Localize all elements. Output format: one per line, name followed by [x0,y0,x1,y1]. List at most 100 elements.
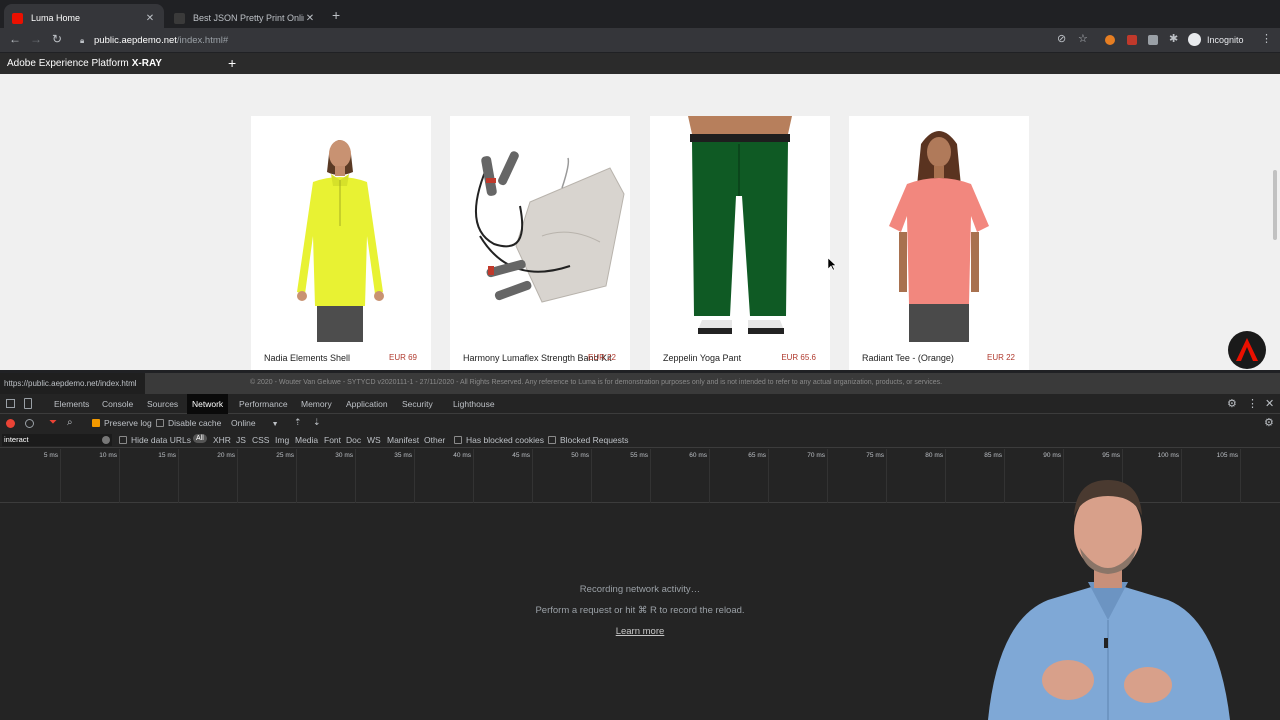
timeline-tick-label: 30 ms [335,452,353,459]
devtools-tab-console[interactable]: Console [97,394,138,414]
record-icon[interactable] [6,419,15,428]
type-filter-js[interactable]: JS [236,435,246,445]
type-filter-img[interactable]: Img [275,435,289,445]
close-tab-icon[interactable]: ✕ [304,13,316,24]
type-filter-doc[interactable]: Doc [346,435,361,445]
product-image-jacket[interactable] [251,116,431,342]
clear-filter-icon[interactable] [102,436,110,444]
new-tab-icon[interactable]: + [332,7,340,23]
star-icon[interactable]: ☆ [1078,32,1088,45]
hide-data-urls-checkbox[interactable]: Hide data URLs [119,435,191,445]
xray-prefix: Adobe Experience Platform [7,58,129,69]
timeline-tick: 5 ms [44,449,61,503]
preserve-log-checkbox[interactable]: Preserve log [92,418,152,428]
devtools-tab-lighthouse[interactable]: Lighthouse [448,394,500,414]
import-har-icon[interactable]: ⇡ [294,417,302,428]
timeline-tick-label: 15 ms [158,452,176,459]
product-image-tee[interactable] [849,116,1029,342]
address-path: /index.html# [176,34,229,46]
throttling-value: Online [231,418,256,428]
timeline-tick-label: 60 ms [689,452,707,459]
throttling-select[interactable]: Online ▼ [231,418,279,428]
json-favicon-icon [174,12,185,24]
devtools-settings-icon[interactable]: ⚙ [1227,397,1237,410]
has-blocked-cookies-checkbox[interactable]: Has blocked cookies [454,435,544,445]
network-settings-icon[interactable]: ⚙ [1264,416,1274,429]
incognito-indicator[interactable]: Incognito [1188,33,1244,46]
timeline-tick: 10 ms [99,449,120,503]
devtools-tab-application[interactable]: Application [341,394,393,414]
forward-icon[interactable]: → [30,32,42,46]
extensions-puzzle-icon[interactable]: ✱ [1169,32,1178,45]
product-name[interactable]: Nadia Elements Shell [264,353,350,363]
blocked-requests-checkbox[interactable]: Blocked Requests [548,435,629,445]
product-card[interactable]: Nadia Elements Shell EUR 69 [251,116,431,370]
type-filter-media[interactable]: Media [295,435,318,445]
clear-icon[interactable] [25,419,34,428]
type-filter-font[interactable]: Font [324,435,341,445]
timeline-tick-label: 80 ms [925,452,943,459]
timeline-tick-label: 20 ms [217,452,235,459]
timeline-tick: 25 ms [276,449,297,503]
product-card[interactable]: Zeppelin Yoga Pant EUR 65.6 [650,116,830,370]
export-har-icon[interactable]: ⇣ [313,417,321,428]
devtools-tab-elements[interactable]: Elements [49,394,94,414]
timeline-tick-label: 55 ms [630,452,648,459]
filter-input[interactable]: interact [2,434,112,446]
type-filter-manifest[interactable]: Manifest [387,435,419,445]
timeline-tick-label: 95 ms [1102,452,1120,459]
extension-generic-icon[interactable] [1148,35,1158,45]
timeline-tick: 75 ms [866,449,887,503]
devtools-tab-security[interactable]: Security [397,394,438,414]
type-filter-css[interactable]: CSS [252,435,269,445]
type-filter-all[interactable]: All [193,434,207,443]
filter-icon[interactable]: ⏷ [49,417,57,428]
xray-brand: X-RAY [131,58,162,69]
product-card[interactable]: Harmony Lumaflex Strength Band Kit EUR 2… [450,116,630,370]
xray-expand-icon[interactable]: + [228,55,236,71]
devtools-tab-sources[interactable]: Sources [142,394,183,414]
presenter-webcam-image [988,480,1230,720]
disable-cache-checkbox[interactable]: Disable cache [156,418,221,428]
product-image-pant[interactable] [650,116,830,342]
product-name[interactable]: Radiant Tee - (Orange) [862,353,954,363]
device-toolbar-icon[interactable] [24,398,32,409]
timeline-tick-label: 65 ms [748,452,766,459]
product-card[interactable]: Radiant Tee - (Orange) EUR 22 [849,116,1029,370]
devtools-close-icon[interactable]: ✕ [1265,397,1274,410]
blocked-requests-label: Blocked Requests [560,435,629,445]
adobe-launch-badge[interactable] [1228,331,1266,369]
devtools-tab-performance[interactable]: Performance [234,394,293,414]
timeline-tick: 15 ms [158,449,179,503]
back-icon[interactable]: ← [9,32,21,46]
eye-off-icon[interactable]: ⊘ [1057,32,1066,45]
search-icon[interactable]: ⌕ [67,417,73,428]
product-name[interactable]: Zeppelin Yoga Pant [663,353,741,363]
timeline-tick: 60 ms [689,449,710,503]
type-filter-other[interactable]: Other [424,435,445,445]
browser-toolbar: ← → ↻ 🔒︎ public.aepdemo.net/index.html# … [0,28,1280,52]
timeline-tick: 80 ms [925,449,946,503]
reload-icon[interactable]: ↻ [52,32,62,46]
type-filter-xhr[interactable]: XHR [213,435,231,445]
extension-cookie-icon[interactable] [1105,35,1115,45]
extension-adobe-icon[interactable] [1127,35,1137,45]
timeline-tick-label: 100 ms [1157,452,1179,459]
luma-page: Nadia Elements Shell EUR 69 Harmony Luma… [0,74,1280,370]
inspect-element-icon[interactable] [6,399,15,408]
tab-title: Best JSON Pretty Print Online [193,13,304,23]
timeline-tick-label: 45 ms [512,452,530,459]
product-price: EUR 69 [388,353,417,362]
network-controls: ⏷ ⌕ Preserve log Disable cache Online ▼ ⇡… [0,415,1280,432]
devtools-tab-network[interactable]: Network [187,394,229,414]
close-tab-icon[interactable]: ✕ [144,13,156,24]
product-image-band-kit[interactable] [450,116,630,342]
timeline-tick: 55 ms [630,449,651,503]
devtools-menu-icon[interactable]: ⋮ [1247,397,1258,410]
page-scrollbar[interactable] [1273,170,1277,240]
browser-menu-icon[interactable]: ⋮ [1261,32,1272,45]
devtools-tab-memory[interactable]: Memory [296,394,337,414]
address-host: public.aepdemo.net [94,34,177,46]
type-filter-ws[interactable]: WS [367,435,381,445]
address-bar[interactable]: 🔒︎ public.aepdemo.net/index.html# [72,30,1132,50]
